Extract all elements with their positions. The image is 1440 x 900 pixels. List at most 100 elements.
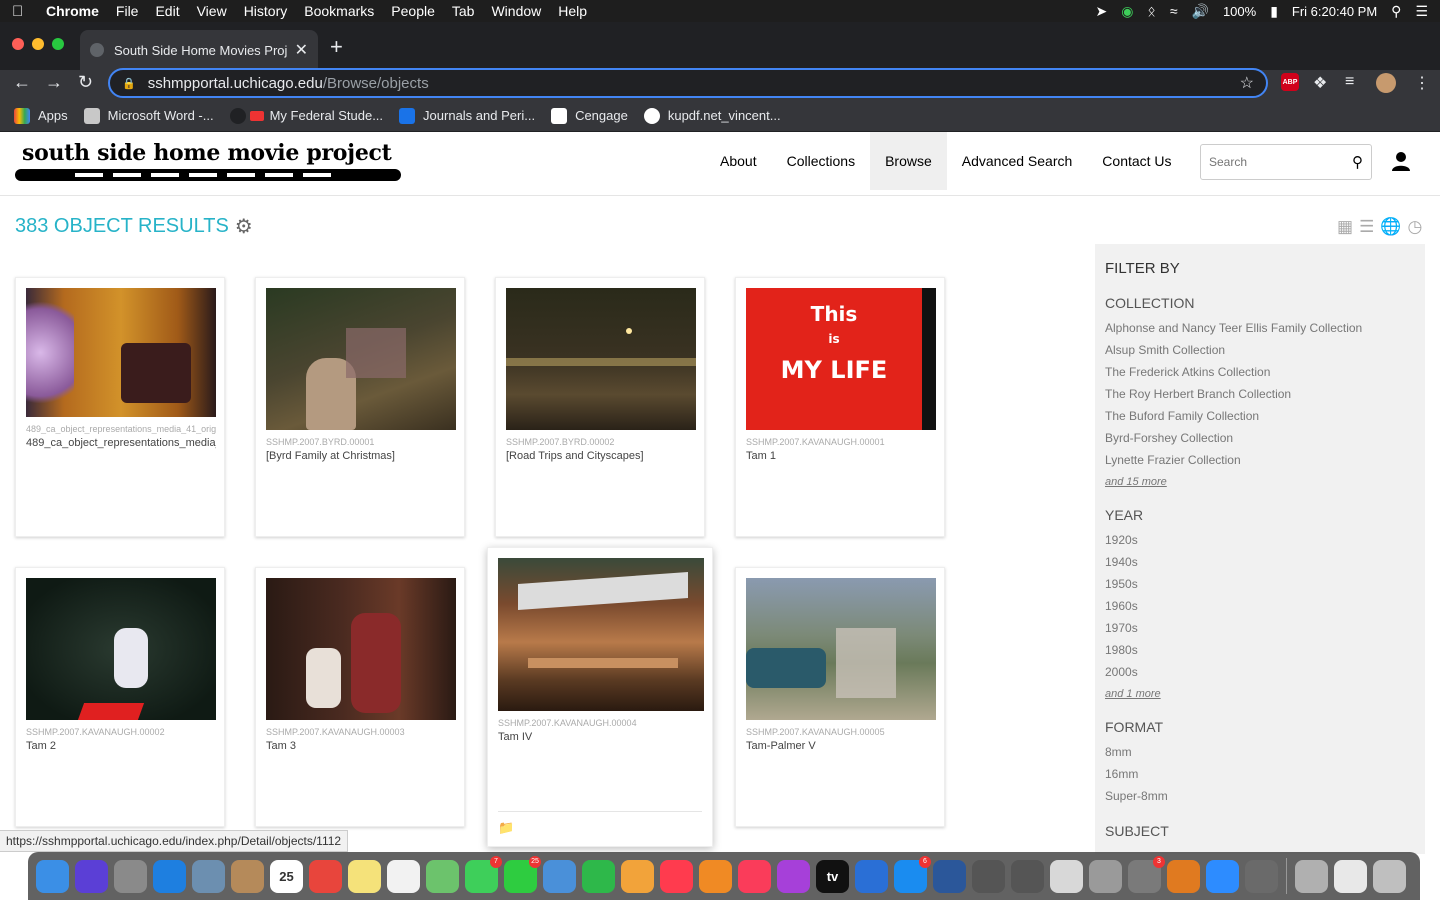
card-thumbnail[interactable] [266,578,456,720]
media-queue-icon[interactable]: ≡ [1345,73,1354,91]
card-thumbnail[interactable] [498,558,704,711]
browser-tab-active[interactable]: South Side Home Movies Proje ✕ [80,30,318,70]
bookmark-kupdf[interactable]: kupdf.net_vincent... [643,107,781,124]
menu-help[interactable]: Help [558,3,587,19]
help-dock-icon[interactable] [1011,859,1044,893]
spotlight-search-icon[interactable]: ⚲ [1391,3,1401,20]
bookmark-federal-student[interactable]: My Federal Stude... [229,107,383,124]
script-editor-dock-icon[interactable] [1050,859,1083,893]
preview-dock-icon[interactable] [192,859,225,893]
tv-dock-icon[interactable]: tv [816,859,849,893]
chrome-dock-icon[interactable] [309,859,342,893]
facet-collection-item[interactable]: Alsup Smith Collection [1105,339,1415,361]
card-title[interactable]: Tam 1 [746,450,936,462]
result-card-hovered[interactable]: SSHMP.2007.KAVANAUGH.00004 Tam IV 📁 [487,547,713,847]
card-title[interactable]: Tam IV [498,731,688,743]
app-store-dock-icon[interactable]: 6 [894,855,931,893]
apple-menu-icon[interactable]:  [12,3,28,20]
card-thumbnail[interactable] [266,288,456,430]
menu-tab[interactable]: Tab [452,3,475,19]
news-dock-icon[interactable] [660,859,693,893]
site-logo[interactable]: south side home movie project [15,140,401,182]
maps-dock-icon[interactable] [426,859,459,893]
reminders-dock-icon[interactable] [387,859,420,893]
list-view-icon[interactable]: ☰ [1359,217,1374,237]
result-card[interactable]: 489_ca_object_representations_media_41_o… [15,277,225,537]
vpn-shield-icon[interactable]: ◉ [1121,3,1133,20]
facet-collection-item[interactable]: The Frederick Atkins Collection [1105,361,1415,383]
facet-year-item[interactable]: 1960s [1105,595,1415,617]
books-dock-icon[interactable] [699,859,732,893]
tab-close-icon[interactable]: ✕ [295,40,308,60]
nav-collections[interactable]: Collections [772,132,870,190]
menu-people[interactable]: People [391,3,435,19]
word-dock-icon[interactable] [933,859,966,893]
minimize-window-button[interactable] [32,38,44,50]
zoom-window-button[interactable] [52,38,64,50]
result-card[interactable]: SSHMP.2007.KAVANAUGH.00003 Tam 3 [255,567,465,827]
image-capture-dock-icon[interactable] [1295,859,1328,893]
card-title[interactable]: [Road Trips and Cityscapes] [506,450,696,462]
music-dock-icon[interactable] [738,859,771,893]
bookmark-apps[interactable]: Apps [14,107,68,124]
facet-collection-item[interactable]: Alphonse and Nancy Teer Ellis Family Col… [1105,317,1415,339]
nav-about[interactable]: About [705,132,772,190]
keynote-dock-icon[interactable] [855,859,888,893]
menu-file[interactable]: File [116,3,139,19]
launchpad-dock-icon[interactable] [114,859,147,893]
bookmark-microsoft-word[interactable]: Microsoft Word -... [83,107,214,124]
reload-icon[interactable]: ↻ [78,72,93,93]
search-icon[interactable]: ⚲ [1352,153,1363,171]
bookmark-cengage[interactable]: Cengage [551,107,628,124]
map-view-icon[interactable]: 🌐 [1380,217,1401,237]
back-arrow-icon[interactable]: ← [13,72,31,93]
facet-format-item[interactable]: Super-8mm [1105,785,1415,807]
bluetooth-icon[interactable]: ᛟ [1147,3,1155,19]
facet-collection-item[interactable]: The Buford Family Collection [1105,405,1415,427]
gear-icon[interactable]: ⚙ [235,214,253,239]
menu-view[interactable]: View [197,3,227,19]
result-card[interactable]: SSHMP.2007.BYRD.00002 [Road Trips and Ci… [495,277,705,537]
facet-collection-item[interactable]: Byrd-Forshey Collection [1105,427,1415,449]
card-title[interactable]: Tam-Palmer V [746,740,936,752]
installer-dock-icon[interactable] [1245,859,1278,893]
result-card[interactable]: This is MY LIFE SSHMP.2007.KAVANAUGH.000… [735,277,945,537]
facet-year-item[interactable]: 1970s [1105,617,1415,639]
disk-utility-dock-icon[interactable] [1089,859,1122,893]
keynote-doc-dock-icon[interactable] [543,859,576,893]
facet-collection-more-link[interactable]: and 15 more [1105,471,1415,493]
numbers-dock-icon[interactable] [582,859,615,893]
menu-app-name[interactable]: Chrome [46,3,99,19]
menubar-clock[interactable]: Fri 6:20:40 PM [1292,4,1377,19]
card-title[interactable]: [Byrd Family at Christmas] [266,450,456,462]
contacts-dock-icon[interactable] [231,859,264,893]
profile-avatar[interactable] [1376,73,1396,93]
calendar-dock-icon[interactable]: 25 [270,859,303,893]
address-bar[interactable]: 🔒 sshmpportal.uchicago.edu/Browse/object… [108,68,1268,98]
facet-year-item[interactable]: 1950s [1105,573,1415,595]
facet-year-item[interactable]: 1980s [1105,639,1415,661]
battery-percent[interactable]: 100% [1223,4,1256,19]
notes-dock-icon[interactable] [348,859,381,893]
facet-year-item[interactable]: 1940s [1105,551,1415,573]
facet-format-item[interactable]: 8mm [1105,741,1415,763]
timeline-view-icon[interactable]: ◷ [1407,217,1422,237]
garageband-dock-icon[interactable] [1167,859,1200,893]
location-icon[interactable]: ➤ [1095,3,1107,20]
menu-history[interactable]: History [244,3,288,19]
folder-icon[interactable]: 📁 [498,820,514,836]
facet-year-more-link[interactable]: and 1 more [1105,683,1415,705]
menu-bookmarks[interactable]: Bookmarks [304,3,374,19]
nav-advanced-search[interactable]: Advanced Search [947,132,1088,190]
close-window-button[interactable] [12,38,24,50]
volume-icon[interactable]: 🔊 [1192,3,1209,20]
card-title[interactable]: Tam 2 [26,740,216,752]
document-dock-icon[interactable] [1334,859,1367,893]
card-title[interactable]: 489_ca_object_representations_media_41_o… [26,437,216,449]
adblock-plus-icon[interactable]: ABP [1281,73,1299,91]
photos-dock-icon[interactable] [621,859,654,893]
system-preferences-dock-icon[interactable]: 3 [1128,855,1165,893]
card-thumbnail[interactable] [26,578,216,720]
safari-dock-icon[interactable] [153,859,186,893]
new-tab-button[interactable]: + [330,34,343,60]
